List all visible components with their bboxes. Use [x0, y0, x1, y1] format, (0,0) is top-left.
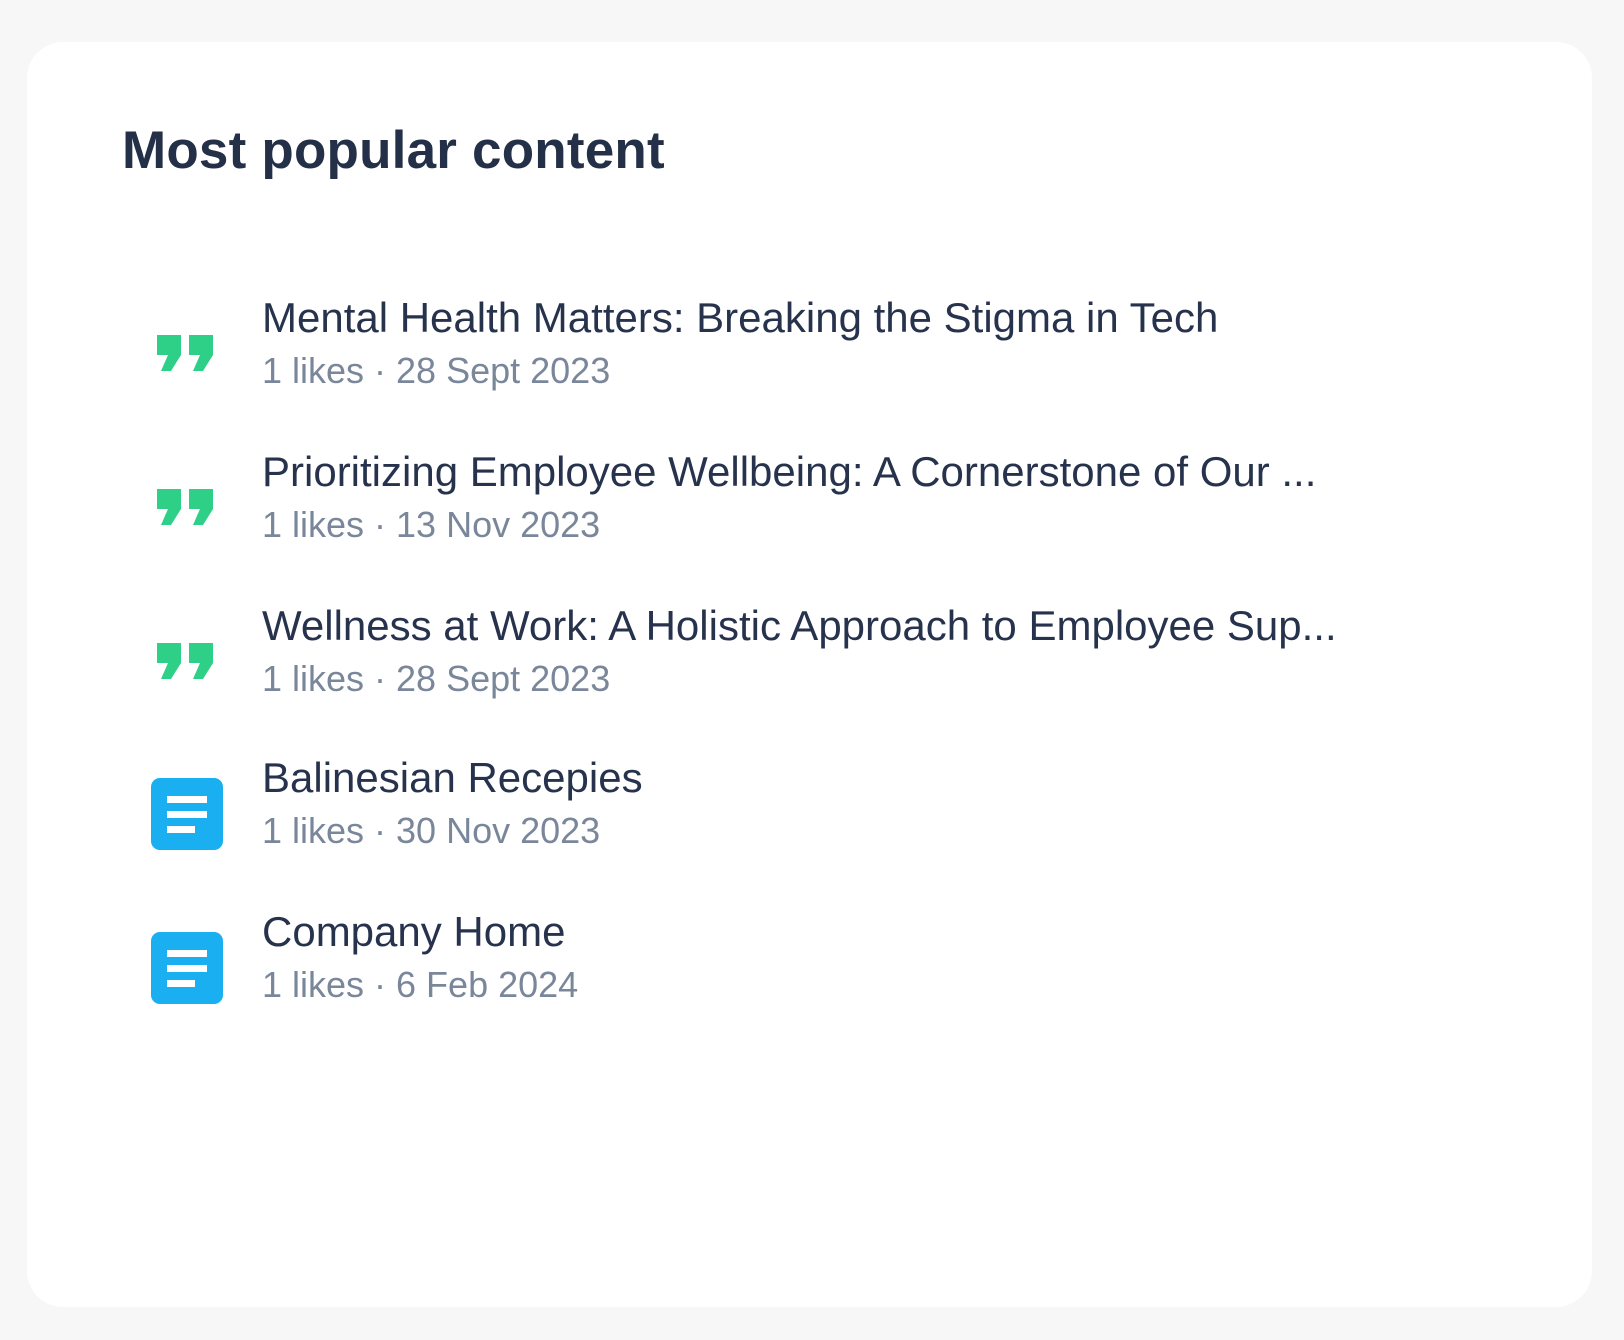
item-text: Balinesian Recepies 1 likes · 30 Nov 202… — [262, 751, 1502, 855]
document-icon — [151, 778, 223, 850]
item-meta: 1 likes · 30 Nov 2023 — [262, 810, 601, 851]
quote-icon — [151, 623, 223, 695]
list-item[interactable]: Mental Health Matters: Breaking the Stig… — [27, 291, 1592, 421]
item-meta: 1 likes · 6 Feb 2024 — [262, 964, 579, 1005]
popular-content-card: Most popular content Mental Health Matte… — [27, 42, 1592, 1307]
list-item[interactable]: Balinesian Recepies 1 likes · 30 Nov 202… — [27, 751, 1592, 881]
quote-icon — [151, 315, 223, 387]
item-meta: 1 likes · 28 Sept 2023 — [262, 350, 611, 391]
list-item[interactable]: Company Home 1 likes · 6 Feb 2024 — [27, 905, 1592, 1035]
document-icon — [151, 932, 223, 1004]
quote-icon — [151, 469, 223, 541]
item-meta: 1 likes · 28 Sept 2023 — [262, 658, 611, 699]
item-text: Prioritizing Employee Wellbeing: A Corne… — [262, 445, 1502, 549]
item-title[interactable]: Company Home — [262, 905, 1502, 959]
item-title[interactable]: Mental Health Matters: Breaking the Stig… — [262, 291, 1502, 345]
item-title[interactable]: Prioritizing Employee Wellbeing: A Corne… — [262, 445, 1502, 499]
list-item[interactable]: Prioritizing Employee Wellbeing: A Corne… — [27, 445, 1592, 575]
item-title[interactable]: Wellness at Work: A Holistic Approach to… — [262, 599, 1502, 653]
item-text: Company Home 1 likes · 6 Feb 2024 — [262, 905, 1502, 1009]
item-text: Mental Health Matters: Breaking the Stig… — [262, 291, 1502, 395]
item-title[interactable]: Balinesian Recepies — [262, 751, 1502, 805]
item-meta: 1 likes · 13 Nov 2023 — [262, 504, 601, 545]
card-title: Most popular content — [122, 121, 665, 180]
list-item[interactable]: Wellness at Work: A Holistic Approach to… — [27, 599, 1592, 729]
item-text: Wellness at Work: A Holistic Approach to… — [262, 599, 1502, 703]
